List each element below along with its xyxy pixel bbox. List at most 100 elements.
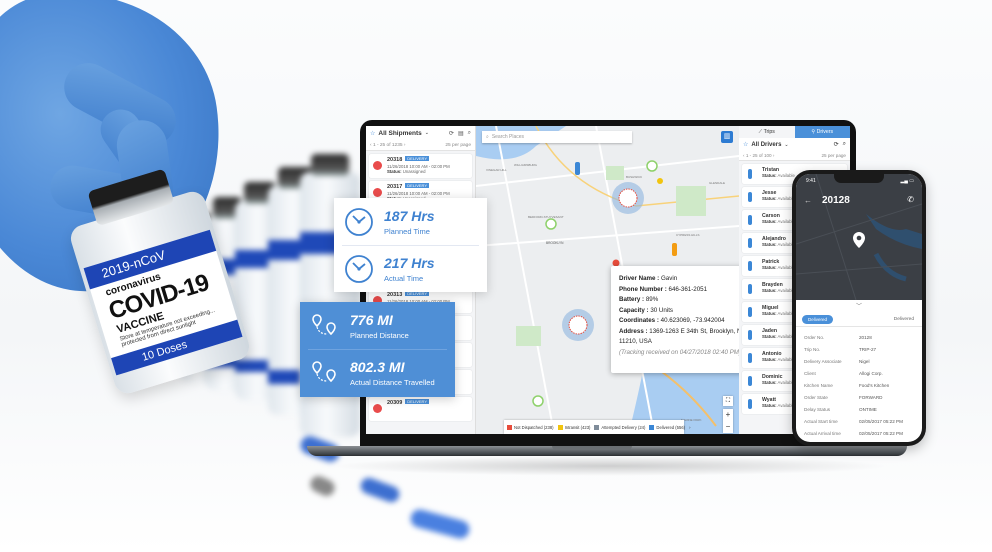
next-page-icon[interactable]: ›	[772, 153, 775, 158]
status-pill: Delivered	[802, 315, 834, 324]
unassigned-status-dot	[373, 188, 382, 197]
chevron-down-icon[interactable]: ⌄	[784, 142, 788, 148]
detail-key: Kitchen Name	[804, 382, 833, 388]
pagination-text: 1 - 25 of 100	[745, 153, 772, 158]
legend-item[interactable]: Attempted Delivery (24)	[594, 424, 645, 430]
actual-distance-label: Actual Distance Travelled	[350, 377, 435, 387]
actual-distance-row: 802.3 MI Actual Distance Travelled	[300, 349, 455, 396]
search-icon[interactable]: ⌕	[843, 141, 846, 148]
phone-call-icon[interactable]: ✆	[907, 195, 914, 204]
svg-text:BUSHWICK: BUSHWICK	[626, 175, 642, 179]
checkbox-icon[interactable]	[649, 424, 655, 430]
detail-value: 20128	[859, 334, 872, 340]
legend-item[interactable]: Intransit (423)	[557, 424, 590, 430]
detail-value: FORWARD	[859, 394, 883, 400]
cluster-marker	[532, 395, 544, 407]
popup-tracking: (Tracking received on 04/27/2018 02:40 P…	[619, 348, 739, 356]
shipments-title[interactable]: All Shipments	[378, 130, 421, 137]
order-details-table: Order No. 20128 Trip No. TRIP-27 Delivery As…	[804, 331, 918, 439]
shipment-id: 20318	[387, 157, 403, 163]
svg-text:BROOKLYN: BROOKLYN	[546, 241, 564, 245]
svg-text:VINEGAR HILL: VINEGAR HILL	[486, 168, 507, 172]
detail-key: Order State	[804, 394, 828, 400]
laptop-base	[307, 446, 907, 456]
map-view[interactable]: WILLIAMSBURG BUSHWICK BEDFORD-STUYVESANT…	[476, 126, 739, 434]
driver-person-icon	[748, 307, 752, 317]
detail-row: Actual Arrival time 02/05/2017 05:22 PM	[804, 427, 918, 439]
star-icon[interactable]: ☆	[743, 141, 748, 148]
shipment-card[interactable]: 20318 DELIVERY 11/26/2018 10:00 AM - 02:00…	[369, 154, 472, 178]
detail-row: Trip No. TRIP-27	[804, 343, 918, 355]
search-places-input[interactable]: ⌕ Search Places	[482, 131, 632, 143]
detail-row: Delivery Associate Nigel	[804, 355, 918, 367]
shipment-card[interactable]: 20309 DELIVERY	[369, 397, 472, 421]
driver-person-icon	[748, 192, 752, 202]
per-page-select[interactable]: 25 per page	[821, 153, 846, 158]
refresh-icon[interactable]: ⟳	[449, 130, 454, 137]
legend-next-icon[interactable]: ›	[689, 425, 690, 430]
chevron-down-icon[interactable]: ⌄	[425, 130, 429, 136]
detail-key: Actual Start time	[804, 418, 838, 424]
back-arrow-icon[interactable]: ←	[804, 196, 812, 205]
detail-value: 02/05/2017 05:22 PM	[859, 430, 903, 436]
legend-item[interactable]: Delivered (556)	[649, 424, 685, 430]
driver-info-popup: × Driver Name : Gavin Phone Number : 646…	[611, 266, 739, 373]
cluster-marker	[646, 160, 658, 172]
phone-map[interactable]: 9:41 ▂▄ ▭ ← 20128 ✆	[796, 174, 922, 300]
per-page-select[interactable]: 25 per page	[445, 143, 471, 148]
shipments-pagination: ‹ 1 - 25 of 1235 › 25 per page	[366, 140, 475, 151]
next-page-icon[interactable]: ›	[403, 143, 406, 148]
planned-distance-value: 776 MI	[350, 311, 393, 328]
driver-person-icon	[748, 238, 752, 248]
refresh-icon[interactable]: ⟳	[834, 141, 839, 148]
popup-driver-name: Driver Name : Gavin	[619, 275, 678, 282]
detail-row: Client Allogi Corp.	[804, 367, 918, 379]
shipment-id: 20309	[387, 400, 403, 406]
driver-person-icon	[748, 284, 752, 294]
checkbox-icon[interactable]	[557, 424, 563, 430]
detail-row: Order State FORWARD	[804, 391, 918, 403]
search-icon[interactable]: ⌕	[468, 130, 471, 137]
phone-screen: 9:41 ▂▄ ▭ ← 20128 ✆ ﹀ Delivered Delivere…	[796, 174, 922, 442]
detail-row: Actual Start time 02/05/2017 05:22 PM	[804, 415, 918, 427]
detail-key: Trip No.	[804, 346, 821, 352]
actual-distance-value: 802.3 MI	[350, 358, 405, 375]
planned-distance-label: Planned Distance	[350, 330, 409, 340]
drivers-title[interactable]: All Drivers	[751, 142, 781, 148]
svg-text:CYPRESS HILLS: CYPRESS HILLS	[676, 233, 700, 237]
driver-person-icon	[748, 399, 752, 409]
actual-time-row: 217 Hrs Actual Time	[334, 245, 487, 292]
svg-text:BEDFORD-STUYVESANT: BEDFORD-STUYVESANT	[528, 215, 564, 219]
vial-label: 2019-nCoV coronavirus COVID-19 VACCINE S…	[83, 229, 243, 376]
delivery-badge: DELIVERY	[405, 183, 430, 188]
zoom-control: + −	[723, 409, 733, 433]
checkbox-icon[interactable]	[507, 424, 512, 430]
detail-key: Delivery Associate	[804, 358, 842, 364]
popup-battery: Battery : 89%	[619, 296, 659, 303]
zoom-out-button[interactable]: −	[723, 421, 733, 433]
detail-value: TRIP-27	[859, 346, 877, 352]
planned-time-row: 187 Hrs Planned Time	[334, 198, 487, 245]
tab-drivers[interactable]: ⚲ Drivers	[794, 126, 850, 138]
detail-row: Order No. 20128	[804, 331, 918, 343]
tab-trips[interactable]: ⟋ Trips	[739, 126, 795, 138]
detail-value: Food's Kitchen	[859, 382, 890, 388]
phone-clock: 9:41	[806, 178, 816, 184]
detail-value: Nigel	[859, 358, 870, 364]
detail-value: ONTIME	[859, 406, 877, 412]
star-icon[interactable]: ☆	[370, 130, 375, 137]
zoom-in-button[interactable]: +	[723, 409, 733, 421]
popup-address: Address : 1369-1263 E 34th St, Brooklyn,…	[619, 327, 739, 346]
detail-row: Delay Status ONTIME	[804, 403, 918, 415]
planned-distance-row: 776 MI Planned Distance	[300, 302, 455, 349]
marketing-hero: 2019-nCoV coronavirus COVID-19 VACCINE S…	[0, 0, 992, 552]
distance-stats-card: 776 MI Planned Distance 802.3 MI Actual …	[300, 302, 455, 397]
expand-chevron-icon[interactable]: ﹀	[856, 301, 862, 310]
checkbox-icon[interactable]	[594, 424, 600, 430]
legend-item[interactable]: Not Dispatched (238)	[507, 424, 554, 430]
planned-time-value: 187 Hrs	[384, 207, 435, 224]
calendar-icon[interactable]: ▤	[458, 130, 464, 137]
fullscreen-icon[interactable]: ⛶	[723, 396, 733, 406]
cluster-marker	[545, 218, 557, 230]
map-layers-button[interactable]: ▥	[721, 131, 733, 143]
